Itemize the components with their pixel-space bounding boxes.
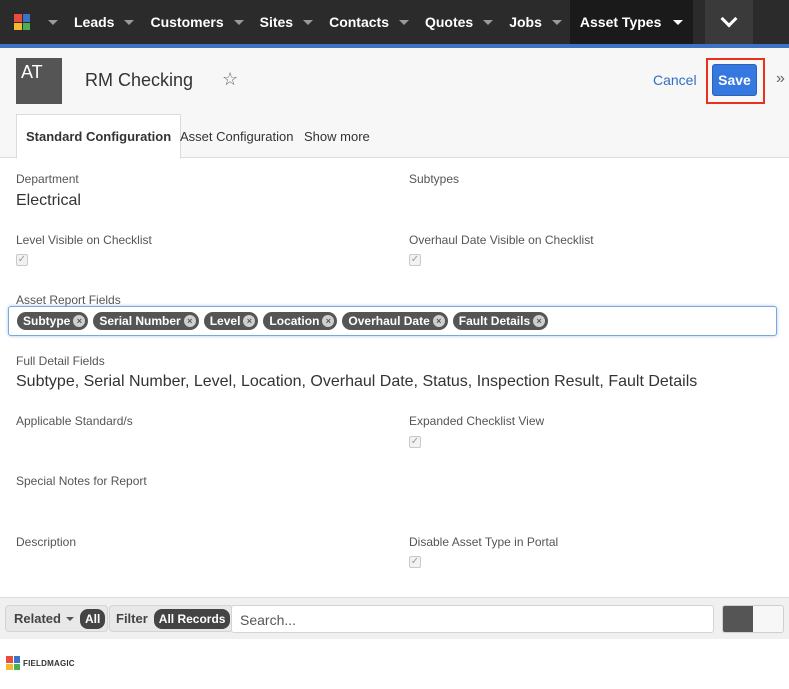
nav-item-contacts[interactable]: Contacts bbox=[329, 0, 425, 44]
description-label: Description bbox=[16, 535, 77, 549]
tag-label: Level bbox=[209, 314, 241, 328]
special-notes-label: Special Notes for Report bbox=[16, 474, 147, 488]
nav-more-button[interactable] bbox=[705, 0, 754, 44]
search-input[interactable]: Search... bbox=[231, 605, 714, 633]
tab-show-more[interactable]: Show more bbox=[304, 114, 370, 158]
filter-dropdown[interactable]: Filter All Records bbox=[109, 605, 234, 632]
fieldmagic-brand: FIELDMAGIC bbox=[6, 656, 75, 670]
disable-portal-label: Disable Asset Type in Portal bbox=[409, 535, 559, 549]
overhaul-visible-label: Overhaul Date Visible on Checklist bbox=[409, 233, 594, 247]
related-all-pill[interactable]: All bbox=[79, 608, 106, 629]
chevron-down-icon[interactable] bbox=[303, 19, 314, 25]
filter-label: Filter bbox=[116, 611, 148, 626]
nav-item-label: Customers bbox=[150, 14, 224, 30]
record-avatar: AT bbox=[16, 58, 62, 104]
level-visible-checkbox[interactable]: ✓ bbox=[16, 254, 28, 266]
tag-subtype: Subtype × bbox=[17, 312, 89, 330]
tab-bar: Standard Configuration Asset Configurati… bbox=[0, 114, 789, 159]
department-label: Department bbox=[16, 172, 79, 186]
nav-item-asset-types[interactable]: Asset Types bbox=[569, 0, 694, 44]
chevron-down-icon bbox=[65, 616, 74, 621]
top-navigation: Leads Customers Sites Contacts Quotes Jo… bbox=[0, 0, 789, 44]
app-logo[interactable] bbox=[0, 0, 44, 44]
page-title: RM Checking bbox=[85, 70, 194, 90]
expand-panel-icon[interactable]: » bbox=[776, 70, 785, 88]
tag-label: Serial Number bbox=[99, 314, 181, 328]
toggle-knob bbox=[723, 606, 753, 632]
asset-report-label: Asset Report Fields bbox=[16, 293, 121, 307]
remove-tag-icon[interactable]: × bbox=[243, 315, 256, 327]
chevron-down-icon[interactable] bbox=[398, 19, 409, 25]
expanded-checklist-label: Expanded Checklist View bbox=[409, 414, 545, 428]
nav-item-label: Quotes bbox=[424, 14, 474, 30]
remove-tag-icon[interactable]: × bbox=[533, 315, 546, 327]
applicable-standards-label: Applicable Standard/s bbox=[16, 414, 133, 428]
tag-serial-number: Serial Number × bbox=[93, 312, 199, 330]
cancel-button[interactable]: Cancel bbox=[653, 72, 697, 88]
asset-report-tag-input[interactable]: Subtype × Serial Number × Level × Location ×… bbox=[8, 306, 777, 336]
tag-level: Level × bbox=[203, 312, 259, 330]
tag-location: Location × bbox=[263, 312, 338, 330]
brand-name: FIELDMAGIC bbox=[23, 658, 75, 668]
view-toggle[interactable] bbox=[722, 605, 784, 633]
chevron-down-icon[interactable] bbox=[673, 19, 684, 25]
chevron-down-icon[interactable] bbox=[551, 19, 562, 25]
tag-label: Location bbox=[269, 314, 320, 328]
nav-item-jobs[interactable]: Jobs bbox=[509, 0, 570, 44]
tag-fault-details: Fault Details × bbox=[452, 312, 549, 330]
level-visible-label: Level Visible on Checklist bbox=[16, 233, 152, 247]
related-dropdown[interactable]: Related All bbox=[5, 605, 109, 632]
tag-label: Fault Details bbox=[458, 314, 531, 328]
remove-tag-icon[interactable]: × bbox=[73, 315, 86, 327]
nav-item-label: Jobs bbox=[509, 14, 542, 30]
tag-label: Overhaul Date bbox=[348, 314, 430, 328]
overhaul-visible-checkbox[interactable]: ✓ bbox=[409, 254, 421, 266]
chevron-down-icon[interactable] bbox=[124, 19, 135, 25]
fieldmagic-logo-icon bbox=[6, 656, 20, 670]
disable-portal-checkbox[interactable]: ✓ bbox=[409, 556, 421, 568]
save-button[interactable]: Save bbox=[712, 64, 757, 96]
nav-caret-logo[interactable] bbox=[44, 0, 74, 44]
chevron-down-icon bbox=[48, 19, 58, 25]
app-logo-icon bbox=[14, 14, 30, 30]
nav-item-label: Asset Types bbox=[579, 14, 662, 30]
star-icon[interactable]: ☆ bbox=[222, 69, 238, 90]
nav-item-sites[interactable]: Sites bbox=[260, 0, 329, 44]
full-detail-value[interactable]: Subtype, Serial Number, Level, Location,… bbox=[16, 373, 697, 391]
record-header: AT RM Checking ☆ Cancel Save » bbox=[0, 48, 789, 114]
nav-item-customers[interactable]: Customers bbox=[150, 0, 259, 44]
tab-standard-configuration[interactable]: Standard Configuration bbox=[16, 114, 182, 159]
tag-label: Subtype bbox=[23, 314, 71, 328]
full-detail-label: Full Detail Fields bbox=[16, 354, 105, 368]
related-label: Related bbox=[14, 611, 61, 626]
filter-all-records-pill[interactable]: All Records bbox=[153, 608, 231, 629]
department-value[interactable]: Electrical bbox=[16, 192, 81, 210]
tab-asset-configuration[interactable]: Asset Configuration bbox=[180, 114, 293, 158]
nav-item-leads[interactable]: Leads bbox=[74, 0, 150, 44]
chevron-down-icon[interactable] bbox=[233, 19, 244, 25]
remove-tag-icon[interactable]: × bbox=[432, 315, 445, 327]
tag-overhaul-date: Overhaul Date × bbox=[342, 312, 448, 330]
nav-item-label: Sites bbox=[259, 14, 294, 30]
nav-item-label: Leads bbox=[74, 14, 115, 30]
remove-tag-icon[interactable]: × bbox=[183, 315, 196, 327]
remove-tag-icon[interactable]: × bbox=[322, 315, 335, 327]
chevron-down-icon[interactable] bbox=[483, 19, 494, 25]
nav-item-quotes[interactable]: Quotes bbox=[425, 0, 509, 44]
subtypes-label: Subtypes bbox=[409, 172, 460, 186]
chevron-down-icon bbox=[720, 10, 738, 28]
related-records-bar: Related All Filter All Records Search... bbox=[0, 597, 789, 639]
nav-item-label: Contacts bbox=[329, 14, 389, 30]
expanded-checklist-checkbox[interactable]: ✓ bbox=[409, 436, 421, 448]
